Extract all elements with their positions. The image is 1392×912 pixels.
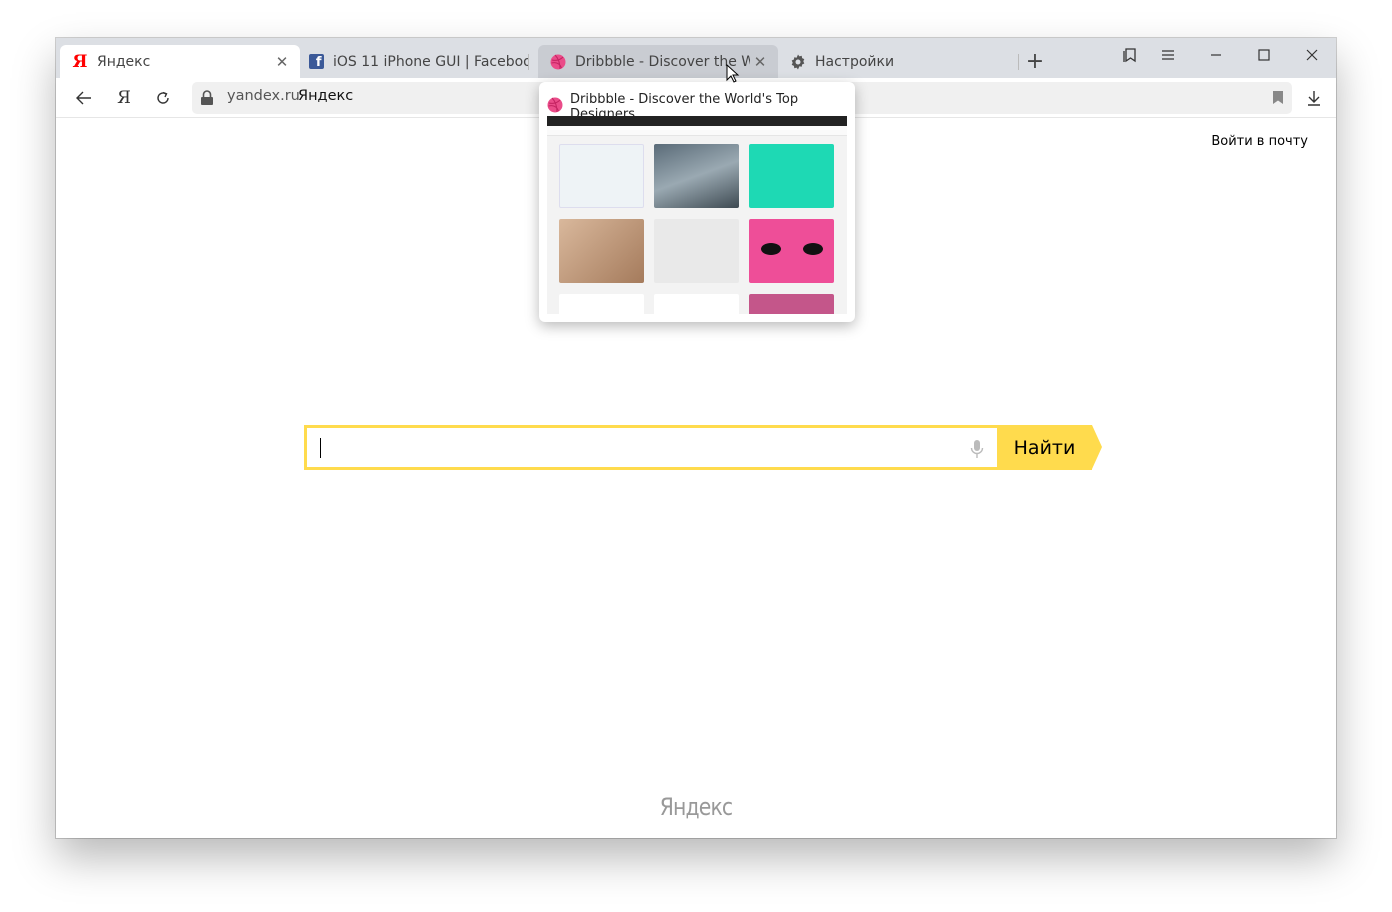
tab-yandex[interactable]: Я Яндекс ✕ [60,45,300,78]
tab-dribbble[interactable]: Dribbble - Discover the Worl ✕ [538,45,778,78]
text-caret [320,438,321,458]
lock-icon [200,90,214,110]
dribbble-icon [547,97,563,117]
footer-logo[interactable]: Яндекс [152,793,1240,821]
tab-facebook[interactable]: f iOS 11 iPhone GUI | Faceboo [296,45,528,78]
yandex-logo-icon: Я [72,51,88,72]
search-input[interactable] [304,425,997,470]
tab-separator [528,54,529,70]
menu-icon[interactable] [1148,38,1188,72]
thumbnail-shot [749,294,834,314]
thumbnail-shot [749,219,834,283]
browser-window: Я Яндекс ✕ f iOS 11 iPhone GUI | Faceboo… [56,38,1336,838]
search-form: Найти [304,425,1104,470]
thumbnail-shot [559,294,644,314]
back-icon[interactable] [69,84,99,112]
tab-settings[interactable]: Настройки [778,45,1018,78]
facebook-icon: f [308,54,324,70]
bookmark-icon[interactable] [1272,90,1284,109]
maximize-icon[interactable] [1244,38,1284,72]
login-link[interactable]: Войти в почту [1211,134,1308,149]
gear-icon [790,54,806,70]
tab-preview-card[interactable]: Dribbble - Discover the World's Top Desi… [539,82,855,322]
microphone-icon[interactable] [970,439,984,463]
thumbnail-header [547,116,847,126]
tab-title: Dribbble - Discover the Worl [575,53,750,70]
tab-title: Яндекс [97,53,151,70]
new-tab-button[interactable]: + [1022,48,1048,74]
tab-title: iOS 11 iPhone GUI | Faceboo [333,53,528,70]
yandex-button[interactable]: Я [109,84,139,112]
tab-separator [1018,54,1019,70]
thumbnail-shot [654,219,739,283]
close-icon[interactable]: ✕ [750,52,770,72]
close-window-icon[interactable] [1292,38,1332,72]
mouse-cursor-icon [726,64,740,83]
tab-bar: Я Яндекс ✕ f iOS 11 iPhone GUI | Faceboo… [56,38,1336,78]
search-button[interactable]: Найти [997,425,1092,470]
tab-title: Настройки [815,53,895,70]
reload-icon[interactable] [148,84,178,112]
thumbnail-shot [749,144,834,208]
dribbble-icon [550,54,566,70]
thumbnail-shot [654,144,739,208]
download-icon[interactable] [1299,84,1329,112]
close-icon[interactable]: ✕ [272,52,292,72]
minimize-icon[interactable] [1196,38,1236,72]
url-text: yandex.ru [227,88,300,104]
search-button-arrow [1092,425,1102,469]
thumbnail-shot [559,219,644,283]
page-thumbnail [547,116,847,314]
thumbnail-subnav [547,126,847,136]
bookmarks-icon[interactable] [1110,38,1150,72]
omnibox-page-title: Яндекс [298,88,354,104]
thumbnail-shot [559,144,644,208]
thumbnail-shot [654,294,739,314]
